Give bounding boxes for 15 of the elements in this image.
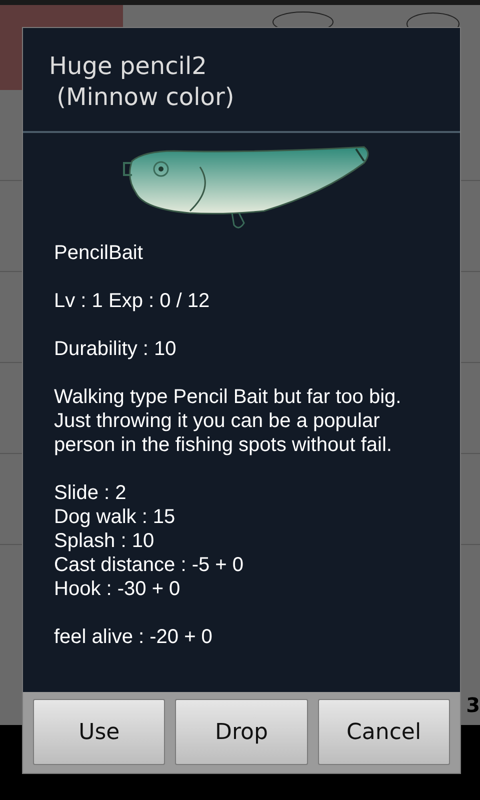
info-text: PencilBait — [54, 241, 144, 265]
info-text: Cast distance : -5 + 0 — [54, 553, 245, 577]
dialog-title: Huge pencil2 (Minnow color) — [48, 51, 236, 113]
info-text: Walking type Pencil Bait but far too big. Just throwing it you can be a popular person in the fishing spots without fail. — [54, 385, 402, 457]
info-text: feel alive : -20 + 0 — [54, 625, 214, 649]
info-text: Durability : 10 — [54, 337, 178, 361]
info-text: Hook : -30 + 0 — [54, 577, 182, 601]
score-text: 3 — [466, 692, 480, 719]
info-text: Dog walk : 15 — [54, 505, 176, 529]
dialog-button[interactable]: Cancel — [318, 699, 450, 765]
info-text: Slide : 2 — [54, 481, 128, 505]
info-text: Splash : 10 — [54, 529, 156, 553]
dialog-button[interactable]: Drop — [175, 699, 308, 765]
info-text: Lv : 1 Exp : 0 / 12 — [54, 289, 211, 313]
dialog-button[interactable]: Use — [33, 699, 166, 765]
